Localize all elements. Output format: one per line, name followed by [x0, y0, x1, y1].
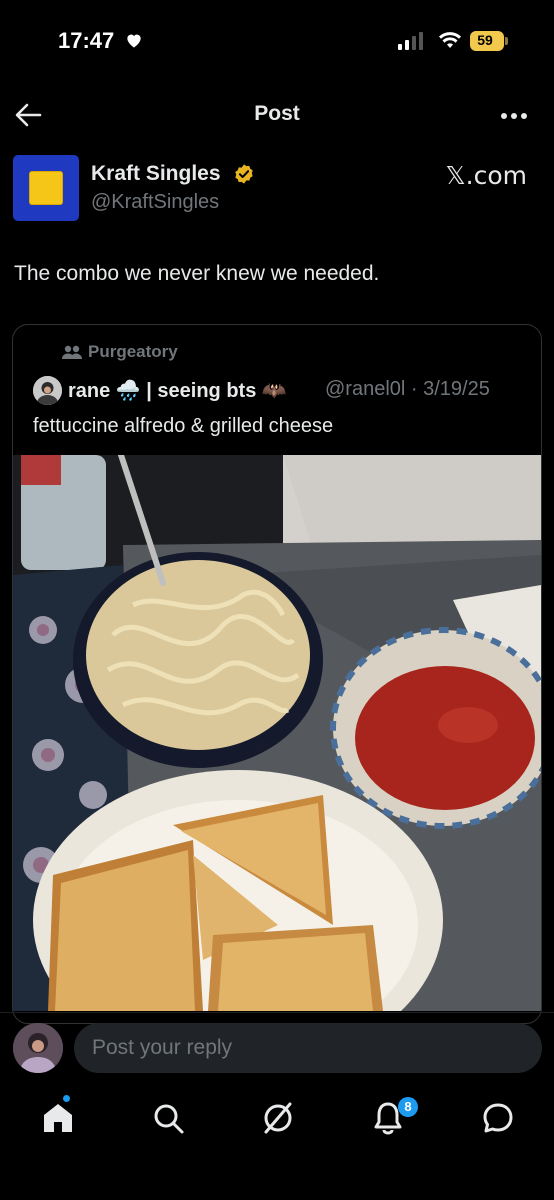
heart-icon — [127, 34, 141, 48]
quoted-author-avatar[interactable] — [33, 376, 62, 405]
battery-level: 59 — [477, 32, 493, 48]
reply-input[interactable] — [74, 1023, 542, 1073]
author-name[interactable]: Kraft Singles — [91, 162, 221, 186]
wifi-icon — [439, 32, 461, 48]
header: Post — [0, 92, 554, 138]
x-watermark: 𝕏.com — [445, 161, 527, 190]
status-bar: 17:47 59 — [0, 0, 554, 80]
community-icon — [62, 345, 82, 359]
community-label[interactable]: Purgeatory — [88, 342, 178, 362]
home-unread-dot — [63, 1095, 70, 1102]
search-icon[interactable] — [150, 1100, 186, 1136]
battery-indicator: 59 — [470, 31, 508, 51]
reply-bar — [0, 1012, 554, 1082]
status-time: 17:47 — [58, 28, 115, 53]
quoted-author-name[interactable]: rane 🌧️ | seeing bts 🦇 — [68, 378, 287, 403]
post-photo[interactable] — [13, 455, 541, 1011]
bottom-nav: 8 — [0, 1090, 554, 1150]
user-avatar[interactable] — [13, 1023, 63, 1073]
post-text: The combo we never knew we needed. — [14, 262, 380, 285]
grok-icon[interactable] — [260, 1100, 296, 1136]
quoted-post-card[interactable]: Purgeatory rane 🌧️ | seeing bts 🦇 @ranel… — [12, 324, 542, 1024]
quoted-post-text: fettuccine alfredo & grilled cheese — [33, 415, 334, 437]
notification-count-badge: 8 — [398, 1097, 418, 1117]
page-title: Post — [254, 102, 300, 125]
cellular-signal-icon — [398, 32, 423, 50]
author-avatar[interactable] — [13, 155, 79, 221]
home-icon[interactable] — [40, 1100, 76, 1136]
more-options-icon[interactable] — [500, 112, 528, 120]
verified-badge-icon — [235, 164, 253, 184]
quoted-author-handle[interactable]: @ranel0l · 3/19/25 — [325, 378, 490, 401]
author-handle[interactable]: @KraftSingles — [91, 191, 219, 214]
messages-icon[interactable] — [480, 1100, 516, 1136]
